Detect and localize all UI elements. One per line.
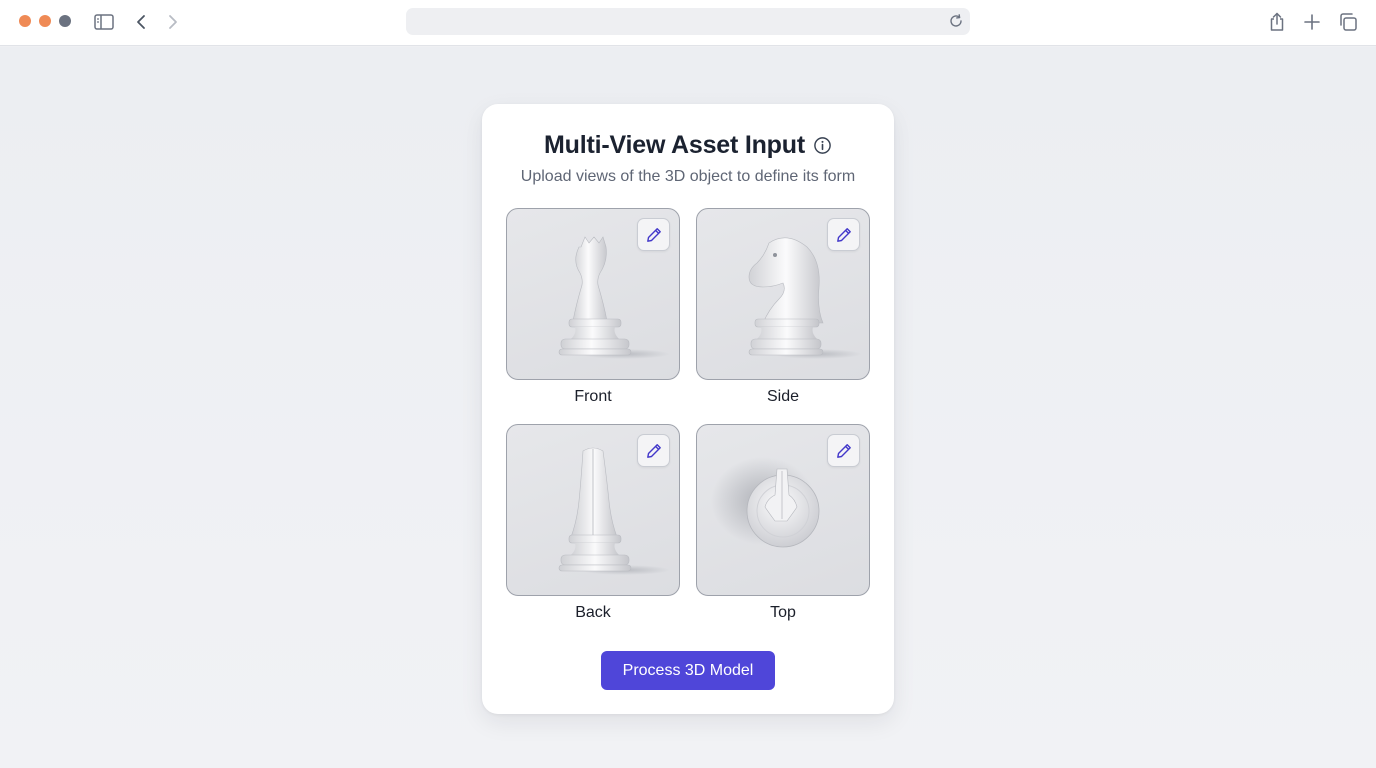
- edit-back-button[interactable]: [637, 434, 670, 467]
- tabs-overview-icon[interactable]: [1336, 10, 1360, 34]
- pencil-icon: [836, 227, 851, 242]
- back-icon[interactable]: [129, 10, 153, 34]
- pencil-icon: [836, 443, 851, 458]
- view-label-front: Front: [574, 388, 612, 405]
- window-close-button[interactable]: [19, 15, 31, 27]
- view-label-top: Top: [770, 604, 796, 621]
- edit-front-button[interactable]: [637, 218, 670, 251]
- address-bar[interactable]: [406, 8, 970, 35]
- edit-side-button[interactable]: [827, 218, 860, 251]
- sidebar-icon[interactable]: [92, 10, 116, 34]
- share-icon[interactable]: [1265, 10, 1289, 34]
- view-tile-side[interactable]: [696, 208, 870, 380]
- page-title: Multi-View Asset Input: [544, 130, 805, 159]
- view-tile-back[interactable]: [506, 424, 680, 596]
- edit-top-button[interactable]: [827, 434, 860, 467]
- info-icon[interactable]: [813, 136, 832, 155]
- window-minimize-button[interactable]: [39, 15, 51, 27]
- view-label-side: Side: [766, 388, 800, 405]
- pencil-icon: [646, 227, 661, 242]
- page-subtitle: Upload views of the 3D object to define …: [520, 168, 856, 185]
- pencil-icon: [646, 443, 661, 458]
- window-zoom-button[interactable]: [59, 15, 71, 27]
- view-tile-top[interactable]: [696, 424, 870, 596]
- new-tab-icon[interactable]: [1300, 10, 1324, 34]
- view-tile-front[interactable]: [506, 208, 680, 380]
- asset-input-card: Multi-View Asset Input Upload views of t…: [482, 104, 894, 714]
- browser-toolbar: [0, 0, 1376, 46]
- process-3d-model-button[interactable]: Process 3D Model: [601, 651, 775, 690]
- view-label-back: Back: [575, 604, 611, 621]
- forward-icon[interactable]: [161, 10, 185, 34]
- reload-icon[interactable]: [948, 13, 964, 29]
- title-row: Multi-View Asset Input: [482, 130, 894, 160]
